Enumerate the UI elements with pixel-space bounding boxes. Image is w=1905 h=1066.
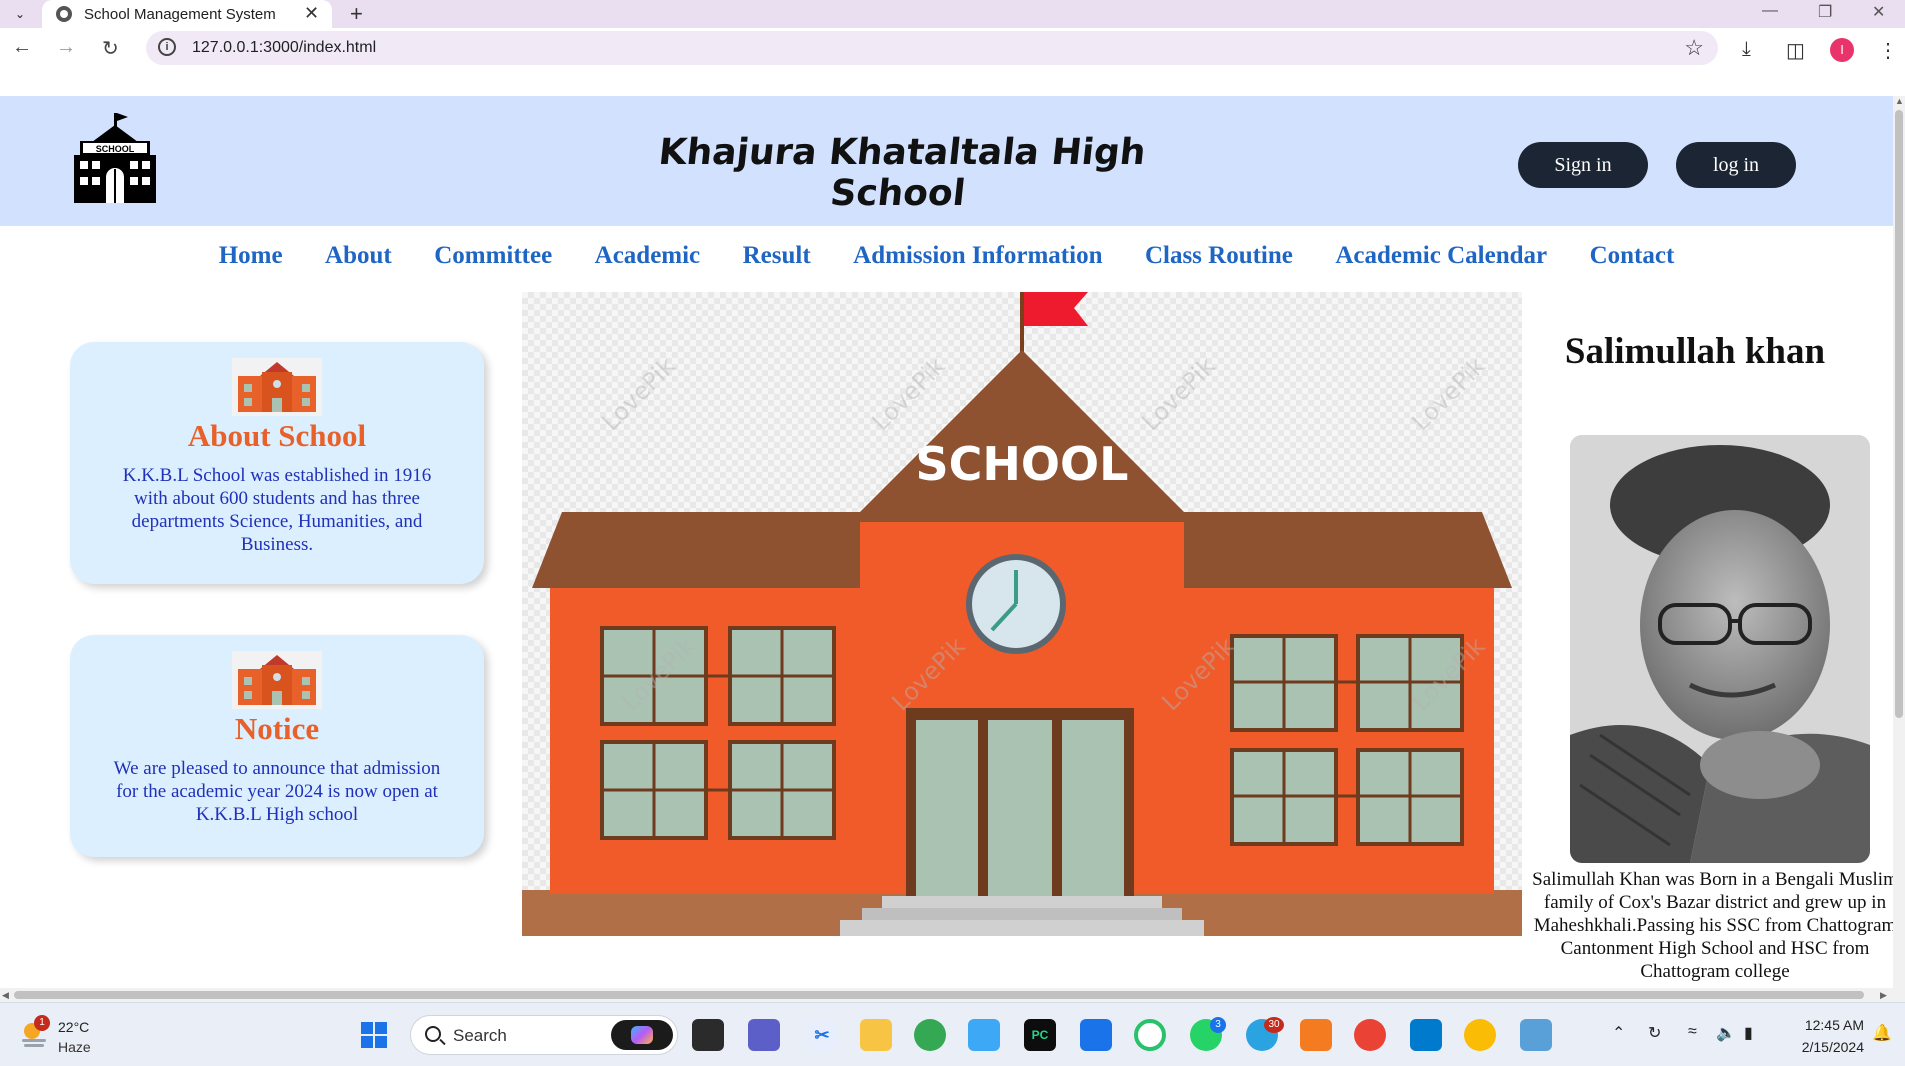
site-header: SCHOOL Khajura Khataltala High School Si…	[0, 96, 1893, 226]
nav-academic-calendar[interactable]: Academic Calendar	[1335, 236, 1547, 276]
chrome-profile-icon[interactable]	[1354, 1019, 1386, 1051]
browser-tab-bar: ⌄ School Management System ✕ + — ❐ ✕	[0, 0, 1905, 28]
person-bio: Salimullah Khan was Born in a Bengali Mu…	[1532, 869, 1893, 982]
address-bar[interactable]: i 127.0.0.1:3000/index.html ☆	[146, 31, 1718, 65]
person-portrait	[1570, 435, 1870, 863]
school-building-icon	[232, 358, 322, 416]
tab-search-chevron-icon[interactable]: ⌄	[8, 4, 32, 24]
svg-text:LovePik: LovePik	[596, 352, 680, 436]
minimize-icon[interactable]: —	[1762, 2, 1778, 20]
restore-icon[interactable]: ❐	[1818, 2, 1832, 22]
new-tab-plus-icon[interactable]: +	[350, 1, 363, 27]
telegram-badge: 30	[1264, 1017, 1284, 1033]
taskbar-search[interactable]: Search	[410, 1015, 678, 1055]
vertical-scrollbar[interactable]: ▲	[1893, 96, 1905, 988]
side-panel-icon[interactable]: ◫	[1786, 38, 1805, 63]
school-logo-icon: SCHOOL	[74, 113, 156, 203]
loading-app-icon[interactable]	[1134, 1019, 1166, 1051]
snipping-tool-icon[interactable]: ✂	[806, 1019, 838, 1051]
nav-committee[interactable]: Committee	[434, 236, 552, 276]
about-school-title: About School	[187, 418, 367, 453]
taskbar-date[interactable]: 2/15/2024	[1774, 1039, 1864, 1055]
windows-start-icon[interactable]	[358, 1019, 390, 1051]
tab-close-icon[interactable]: ✕	[304, 3, 319, 24]
pycharm-icon[interactable]: PC	[1024, 1019, 1056, 1051]
school-name-title: Khajura Khataltala High School	[656, 132, 1148, 214]
portrait-image	[1570, 435, 1870, 863]
chrome-icon[interactable]	[914, 1019, 946, 1051]
scroll-up-arrow-icon[interactable]: ▲	[1895, 96, 1904, 106]
volume-icon[interactable]: 🔈	[1716, 1023, 1736, 1043]
notepad-icon[interactable]	[1080, 1019, 1112, 1051]
building-label: SCHOOL	[916, 437, 1129, 491]
xampp-icon[interactable]	[1300, 1019, 1332, 1051]
chrome-alt-icon[interactable]	[1464, 1019, 1496, 1051]
photos-icon[interactable]	[1520, 1019, 1552, 1051]
tray-chevron-icon[interactable]: ⌃	[1612, 1023, 1625, 1043]
copilot-icon[interactable]	[611, 1020, 673, 1050]
notice-title: Notice	[234, 711, 320, 746]
nav-contact[interactable]: Contact	[1590, 236, 1675, 276]
search-label: Search	[453, 1026, 507, 1045]
download-icon[interactable]: ⤓	[1742, 38, 1751, 61]
school-illustration: SCHOOL LovePik LovePik LovePik LovePik L…	[522, 292, 1522, 936]
scroll-left-arrow-icon[interactable]: ◀	[2, 990, 9, 1001]
taskbar-time[interactable]: 12:45 AM	[1774, 1017, 1864, 1033]
task-view-icon[interactable]	[692, 1019, 724, 1051]
weather-condition[interactable]: Haze	[58, 1039, 91, 1055]
svg-text:LovePik: LovePik	[1406, 352, 1490, 436]
hero-school-image: SCHOOL LovePik LovePik LovePik LovePik L…	[522, 292, 1522, 936]
forward-arrow-icon[interactable]: →	[56, 36, 76, 59]
nav-admission-information[interactable]: Admission Information	[853, 236, 1102, 276]
reload-icon[interactable]: ↻	[102, 36, 119, 61]
weather-badge: 1	[34, 1015, 50, 1031]
school-building-icon	[232, 651, 322, 709]
site-info-icon[interactable]: i	[158, 38, 176, 56]
nav-class-routine[interactable]: Class Routine	[1145, 236, 1293, 276]
more-menu-icon[interactable]: ⋮	[1878, 38, 1898, 63]
windows-taskbar: 1 22°C Haze Search ✂ PC 3 30 ⌃ ↻ ≈ 🔈 ▮ 1…	[0, 1002, 1905, 1066]
profile-avatar[interactable]: I	[1830, 38, 1854, 62]
close-window-icon[interactable]: ✕	[1872, 2, 1885, 22]
edge-app-icon[interactable]	[968, 1019, 1000, 1051]
svg-text:LovePik: LovePik	[1136, 352, 1220, 436]
file-explorer-icon[interactable]	[860, 1019, 892, 1051]
page-viewport: SCHOOL Khajura Khataltala High School Si…	[0, 96, 1893, 988]
about-school-card: About School K.K.B.L School was establis…	[70, 342, 484, 584]
main-nav: Home About Committee Academic Result Adm…	[0, 236, 1893, 276]
about-school-text: K.K.B.L School was established in 1916 w…	[122, 465, 432, 555]
wifi-icon[interactable]: ≈	[1688, 1023, 1697, 1041]
nav-academic[interactable]: Academic	[595, 236, 701, 276]
back-arrow-icon[interactable]: ←	[12, 36, 32, 59]
bookmark-star-icon[interactable]: ☆	[1684, 35, 1704, 61]
scroll-right-arrow-icon[interactable]: ▶	[1880, 990, 1887, 1001]
horizontal-scroll-thumb[interactable]	[14, 991, 1864, 999]
notice-card: Notice We are pleased to announce that a…	[70, 635, 484, 857]
vertical-scroll-thumb[interactable]	[1895, 110, 1903, 718]
log-in-button[interactable]: log in	[1676, 142, 1796, 188]
logo-text: SCHOOL	[96, 144, 135, 154]
person-name: Salimullah khan	[1564, 331, 1826, 372]
nav-home[interactable]: Home	[219, 236, 283, 276]
search-icon	[425, 1026, 441, 1042]
nav-about[interactable]: About	[325, 236, 392, 276]
notification-bell-icon[interactable]: 🔔	[1872, 1023, 1892, 1043]
horizontal-scrollbar[interactable]: ◀ ▶	[0, 988, 1905, 1002]
vscode-icon[interactable]	[1410, 1019, 1442, 1051]
weather-temperature[interactable]: 22°C	[58, 1019, 89, 1035]
battery-icon[interactable]: ▮	[1744, 1023, 1753, 1043]
sync-icon[interactable]: ↻	[1648, 1023, 1661, 1043]
globe-icon	[56, 6, 72, 22]
sign-in-button[interactable]: Sign in	[1518, 142, 1648, 188]
browser-tab[interactable]: School Management System ✕	[42, 0, 332, 28]
browser-toolbar: ← → ↻ i 127.0.0.1:3000/index.html ☆ ⤓ ◫ …	[0, 28, 1905, 68]
svg-text:LovePik: LovePik	[866, 352, 950, 436]
notice-text: We are pleased to announce that admissio…	[113, 758, 441, 825]
nav-result[interactable]: Result	[743, 236, 811, 276]
tab-title: School Management System	[84, 6, 276, 23]
whatsapp-badge: 3	[1210, 1017, 1226, 1033]
url-text[interactable]: 127.0.0.1:3000/index.html	[192, 39, 376, 57]
teams-chat-icon[interactable]	[748, 1019, 780, 1051]
